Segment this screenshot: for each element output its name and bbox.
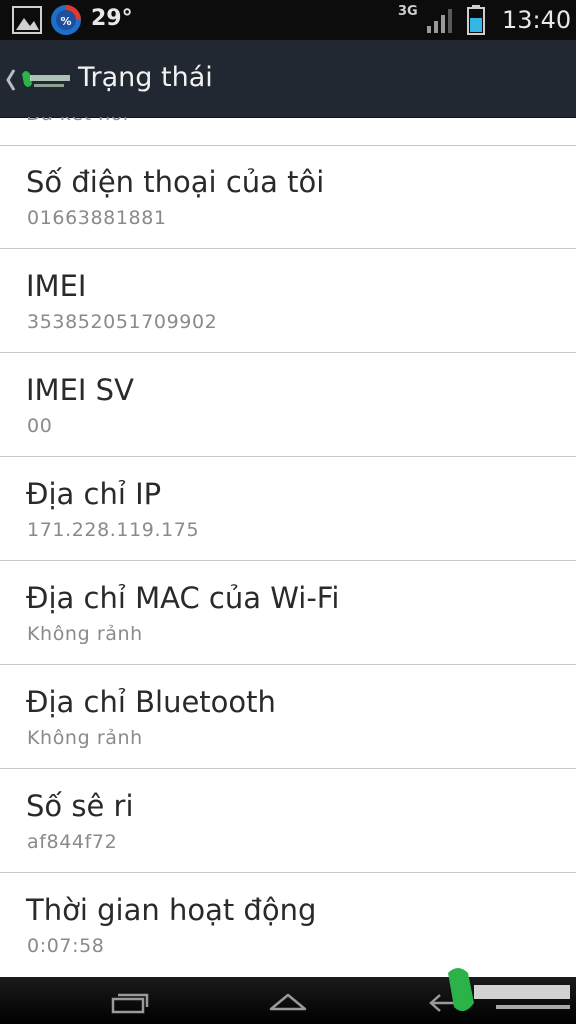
list-item-value: 00 (27, 415, 53, 437)
list-item-title: Số sê ri (26, 789, 134, 823)
list-item-phone-number[interactable]: Số điện thoại của tôi 01663881881 (0, 145, 576, 249)
list-item-value: 0:07:58 (27, 935, 105, 957)
list-item-imei[interactable]: IMEI 353852051709902 (0, 249, 576, 353)
status-list: Đã kết nối Số điện thoại của tôi 0166388… (0, 117, 576, 977)
list-item-title: Địa chỉ MAC của Wi-Fi (26, 581, 340, 615)
watermark-logo-icon (448, 968, 570, 1012)
list-item-value: 353852051709902 (27, 311, 218, 333)
list-item-value: Không rảnh (27, 727, 143, 749)
clock-time: 13:40 (502, 6, 572, 34)
list-item-serial-number[interactable]: Số sê ri af844f72 (0, 769, 576, 873)
list-item-title: Thời gian hoạt động (26, 893, 317, 927)
list-item-bluetooth-address[interactable]: Địa chỉ Bluetooth Không rảnh (0, 665, 576, 769)
list-item-title: IMEI SV (26, 373, 134, 407)
list-item-title: Địa chỉ IP (26, 477, 162, 511)
navigation-bar (0, 968, 576, 1024)
list-item-value: Không rảnh (27, 623, 143, 645)
picture-icon (12, 6, 42, 34)
list-item-title: Số điện thoại của tôi (26, 165, 325, 199)
list-item-title: Địa chỉ Bluetooth (26, 685, 276, 719)
action-bar: Trạng thái (0, 40, 576, 118)
page-title: Trạng thái (78, 62, 213, 93)
signal-icon (427, 9, 452, 33)
recent-apps-icon[interactable] (110, 989, 150, 1015)
status-bar: % 29° 3G 13:40 (0, 0, 576, 40)
network-type: 3G (398, 4, 418, 19)
list-item-ip-address[interactable]: Địa chỉ IP 171.228.119.175 (0, 457, 576, 561)
list-item-imei-sv[interactable]: IMEI SV 00 (0, 353, 576, 457)
battery-icon (467, 5, 485, 35)
temperature-text: 29° (91, 6, 133, 31)
list-item-value: 171.228.119.175 (27, 519, 200, 541)
list-item-value: Đã kết nối (26, 117, 129, 125)
clean-master-icon: % (51, 5, 81, 35)
list-item-partial[interactable]: Đã kết nối (0, 117, 576, 146)
list-item-value: 01663881881 (27, 207, 167, 229)
list-item-value: af844f72 (27, 831, 118, 853)
list-item-wifi-mac[interactable]: Địa chỉ MAC của Wi-Fi Không rảnh (0, 561, 576, 665)
svg-text:%: % (60, 15, 71, 28)
home-icon[interactable] (268, 989, 308, 1015)
list-item-uptime[interactable]: Thời gian hoạt động 0:07:58 (0, 873, 576, 976)
list-item-title: IMEI (26, 269, 87, 303)
back-app-logo-icon[interactable] (4, 62, 74, 98)
